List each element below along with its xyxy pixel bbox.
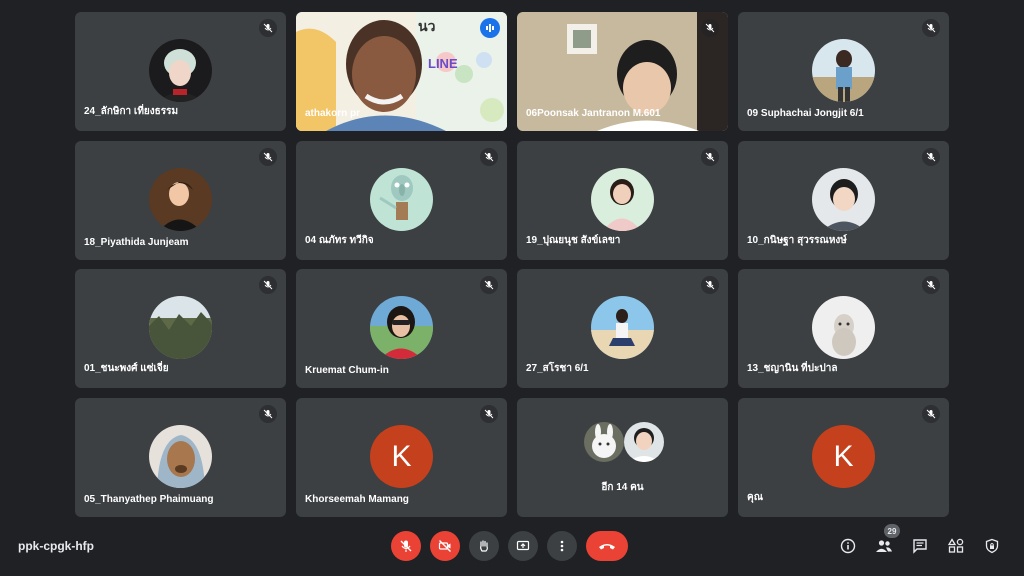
participant-tile-self[interactable]: K คุณ	[738, 398, 949, 517]
meeting-details-button[interactable]	[838, 536, 858, 556]
chat-icon	[913, 539, 927, 554]
avatar	[149, 168, 212, 231]
participant-tile[interactable]: 27_สโรชา 6/1	[517, 269, 728, 388]
mic-off-icon	[259, 148, 277, 166]
participant-tile[interactable]: 10_กนิษฐา สุวรรณหงษ์	[738, 141, 949, 260]
camera-toggle-button[interactable]	[430, 531, 460, 561]
speaking-indicator-icon	[480, 18, 500, 38]
participant-name: 13_ชญานิน ที่ปะปาล	[747, 363, 838, 374]
raise-hand-button[interactable]	[469, 531, 499, 561]
participant-tile[interactable]: Kruemat Chum-in	[296, 269, 507, 388]
hand-icon	[480, 540, 488, 552]
participant-tile[interactable]: 19_ปุณยนุช สังข์เลขา	[517, 141, 728, 260]
more-participants-tile[interactable]: อีก 14 คน	[517, 398, 728, 517]
leave-call-button[interactable]	[586, 531, 628, 561]
avatar	[812, 296, 875, 359]
avatar	[624, 422, 664, 462]
mic-toggle-button[interactable]	[391, 531, 421, 561]
chat-button[interactable]	[910, 536, 930, 556]
shield-lock-icon	[985, 538, 999, 554]
participant-tile[interactable]: 04 ณภัทร ทวีกิจ	[296, 141, 507, 260]
host-controls-button[interactable]	[982, 536, 1002, 556]
mic-off-icon	[922, 19, 940, 37]
video-text-line: LINE	[428, 56, 458, 71]
participant-name: 05_Thanyathep Phaimuang	[84, 494, 214, 505]
participant-name: 04 ณภัทร ทวีกิจ	[305, 235, 374, 246]
participant-name: 06Poonsak Jantranon M.601	[526, 108, 661, 119]
people-button[interactable]	[874, 536, 894, 556]
info-icon	[840, 538, 856, 554]
mic-off-icon	[400, 540, 412, 552]
participant-name: athakorn pr	[305, 108, 361, 119]
participant-tile-active-speaker[interactable]: นว LINE athakorn pr	[296, 12, 507, 131]
control-bar: ppk-cpgk-hfp	[0, 528, 1024, 576]
mic-off-icon	[922, 276, 940, 294]
participant-name: 19_ปุณยนุช สังข์เลขา	[526, 235, 621, 246]
mic-off-icon	[922, 405, 940, 423]
people-icon	[876, 540, 892, 552]
participant-name: Kruemat Chum-in	[305, 365, 389, 376]
present-screen-button[interactable]	[508, 531, 538, 561]
participant-tile[interactable]: 13_ชญานิน ที่ปะปาล	[738, 269, 949, 388]
participant-name: 10_กนิษฐา สุวรรณหงษ์	[747, 235, 847, 246]
mic-off-icon	[259, 405, 277, 423]
participant-tile[interactable]: 06Poonsak Jantranon M.601	[517, 12, 728, 131]
avatar	[149, 425, 212, 488]
participant-tile[interactable]: 09 Suphachai Jongjit 6/1	[738, 12, 949, 131]
people-count-badge: 29	[884, 524, 900, 538]
avatar	[812, 168, 875, 231]
activities-button[interactable]	[946, 536, 966, 556]
mic-off-icon	[480, 148, 498, 166]
participant-name: 27_สโรชา 6/1	[526, 363, 589, 374]
mic-off-icon	[701, 19, 719, 37]
more-participants-label: อีก 14 คน	[601, 482, 644, 493]
present-icon	[516, 540, 530, 551]
avatar	[584, 422, 624, 462]
participant-tile[interactable]: K Khorseemah Mamang	[296, 398, 507, 517]
more-vert-icon	[560, 540, 564, 552]
participant-name: คุณ	[747, 492, 763, 503]
participant-tile[interactable]: 18_Piyathida Junjeam	[75, 141, 286, 260]
participant-name: 09 Suphachai Jongjit 6/1	[747, 108, 864, 119]
avatar-initial: K	[812, 425, 875, 488]
participant-tile[interactable]: 01_ชนะพงศ์ แซ่เจี่ย	[75, 269, 286, 388]
avatar	[812, 39, 875, 102]
avatar	[591, 296, 654, 359]
mic-off-icon	[701, 276, 719, 294]
avatar	[370, 168, 433, 231]
participant-tile[interactable]: 24_ลักษิกา เที่ยงธรรม	[75, 12, 286, 131]
more-options-button[interactable]	[547, 531, 577, 561]
activities-icon	[948, 538, 964, 553]
avatar	[149, 296, 212, 359]
avatar-initial: K	[370, 425, 433, 488]
avatar	[370, 296, 433, 359]
participant-name: 24_ลักษิกา เที่ยงธรรม	[84, 106, 179, 117]
mic-off-icon	[480, 276, 498, 294]
video-text-overlay: นว	[418, 18, 436, 34]
mic-off-icon	[922, 148, 940, 166]
avatar	[591, 168, 654, 231]
participant-tile[interactable]: 05_Thanyathep Phaimuang	[75, 398, 286, 517]
mic-off-icon	[701, 148, 719, 166]
mic-off-icon	[259, 276, 277, 294]
participant-name: 01_ชนะพงศ์ แซ่เจี่ย	[84, 363, 169, 374]
meeting-code: ppk-cpgk-hfp	[18, 539, 94, 553]
mic-off-icon	[259, 19, 277, 37]
camera-off-icon	[438, 540, 451, 552]
call-end-icon	[599, 544, 615, 550]
participant-name: 18_Piyathida Junjeam	[84, 237, 189, 248]
mic-off-icon	[480, 405, 498, 423]
participant-grid: 24_ลักษิกา เที่ยงธรรม นว LINE athakorn p…	[0, 0, 1024, 530]
avatar	[149, 39, 212, 102]
participant-name: Khorseemah Mamang	[305, 494, 409, 505]
